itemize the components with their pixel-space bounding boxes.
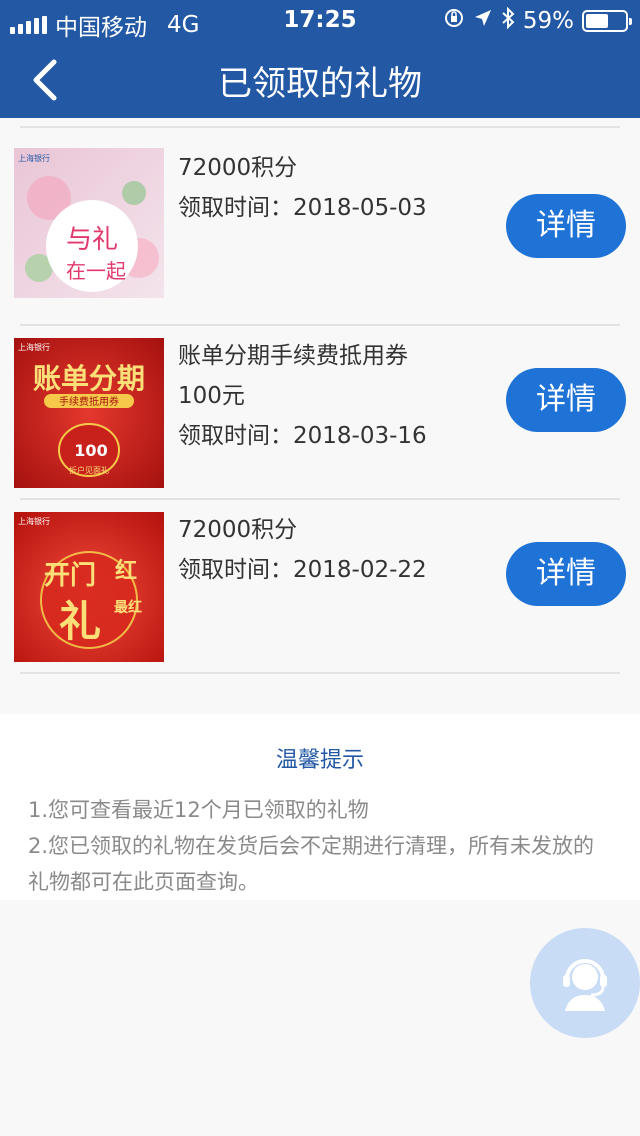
thumb-text: 红 (115, 558, 137, 584)
gift-info: 账单分期手续费抵用券 100元 领取时间：2018-03-16 (178, 338, 500, 458)
tips-line: 2.您已领取的礼物在发货后会不定期进行清理，所有未发放的礼物都可在此页面查询。 (28, 834, 595, 894)
gift-date: 领取时间：2018-05-03 (178, 195, 427, 221)
tips-panel: 温馨提示 1.您可查看最近12个月已领取的礼物 2.您已领取的礼物在发货后会不定… (0, 714, 640, 900)
location-icon (473, 8, 493, 34)
gift-item: 上海银行 与礼 在一起 72000积分 领取时间：2018-05-03 详情 (0, 126, 640, 300)
bank-logo-text: 上海银行 (18, 516, 50, 526)
page-title: 已领取的礼物 (218, 64, 422, 104)
tips-body: 1.您可查看最近12个月已领取的礼物 2.您已领取的礼物在发货后会不定期进行清理… (28, 792, 610, 900)
tips-line: 1.您可查看最近12个月已领取的礼物 (28, 798, 369, 822)
thumb-text: 折户见面礼 (69, 465, 109, 475)
gift-value: 100元 (178, 383, 245, 409)
tips-title: 温馨提示 (275, 748, 364, 773)
thumb-text: 最红 (114, 599, 142, 616)
divider (20, 672, 620, 674)
thumb-text: 手续费抵用券 (59, 395, 119, 408)
gift-item: 上海银行 开门 红 礼 最红 72000积分 领取时间：2018-02-22 详… (0, 498, 640, 672)
bluetooth-icon (501, 6, 515, 35)
gift-info: 72000积分 领取时间：2018-02-22 (178, 512, 500, 592)
thumb-text: 礼 (59, 597, 101, 646)
gift-name: 72000积分 (178, 155, 298, 181)
gift-thumbnail: 上海银行 开门 红 礼 最红 (14, 512, 164, 662)
customer-service-button[interactable] (530, 928, 640, 1038)
detail-button[interactable]: 详情 (506, 194, 626, 258)
gift-item: 上海银行 账单分期 手续费抵用券 100 折户见面礼 账单分期手续费抵用券 10… (0, 324, 640, 498)
thumb-text: 在一起 (66, 259, 126, 283)
divider (20, 126, 620, 128)
battery-percent: 59% (522, 8, 574, 34)
thumb-text: 与礼 (66, 225, 118, 255)
thumb-text: 账单分期 (33, 362, 145, 395)
detail-button[interactable]: 详情 (506, 542, 626, 606)
gift-thumbnail: 上海银行 与礼 在一起 (14, 148, 164, 298)
detail-button[interactable]: 详情 (506, 368, 626, 432)
divider (20, 498, 620, 500)
gift-date: 领取时间：2018-02-22 (178, 557, 427, 583)
gift-name: 72000积分 (178, 517, 298, 543)
nav-bar: 已领取的礼物 (0, 40, 640, 118)
gift-thumbnail: 上海银行 账单分期 手续费抵用券 100 折户见面礼 (14, 338, 164, 488)
thumb-text: 100 (74, 441, 107, 460)
divider (20, 324, 620, 326)
gift-info: 72000积分 领取时间：2018-05-03 (178, 150, 500, 230)
bank-logo-text: 上海银行 (18, 153, 50, 163)
status-bar: 中国移动 4G 17:25 59% (0, 0, 640, 41)
bank-logo-text: 上海银行 (18, 342, 50, 352)
battery-icon (582, 10, 632, 32)
thumb-text: 开门 (44, 561, 96, 591)
gift-date: 领取时间：2018-03-16 (178, 423, 427, 449)
orientation-lock-icon (443, 7, 465, 35)
gift-name: 账单分期手续费抵用券 (178, 343, 408, 369)
customer-service-icon (563, 959, 607, 1011)
